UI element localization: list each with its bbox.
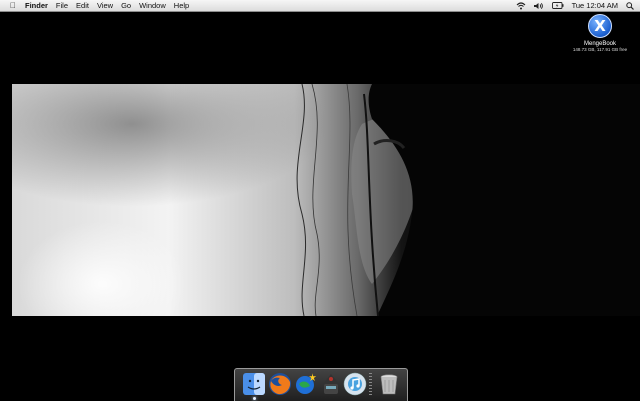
menu-view[interactable]: View xyxy=(97,0,113,11)
menu-go[interactable]: Go xyxy=(121,0,131,11)
itunes-icon[interactable] xyxy=(343,372,367,396)
volume-icon[interactable] xyxy=(533,2,544,10)
desktop-disk[interactable]: X MengeBook 148.73 GB, 117.91 GB free xyxy=(565,14,635,52)
adium-icon[interactable] xyxy=(319,372,343,396)
spotlight-search-icon[interactable] xyxy=(626,1,634,10)
mac-os-x-disk-icon[interactable]: X xyxy=(588,14,612,38)
menu-file[interactable]: File xyxy=(56,0,68,11)
battery-icon[interactable] xyxy=(551,2,564,9)
dock xyxy=(234,368,408,401)
firefox-icon[interactable] xyxy=(268,372,292,396)
menu-app-name[interactable]: Finder xyxy=(25,0,48,11)
menu-edit[interactable]: Edit xyxy=(76,0,89,11)
trash-icon[interactable] xyxy=(377,372,401,396)
menu-help[interactable]: Help xyxy=(174,0,189,11)
finder-icon[interactable] xyxy=(242,372,266,396)
dock-separator xyxy=(369,373,372,397)
desktop-wallpaper-photo xyxy=(12,84,640,316)
camino-icon[interactable] xyxy=(294,372,318,396)
apple-menu-icon[interactable]:  xyxy=(10,0,16,11)
menu-window[interactable]: Window xyxy=(139,0,166,11)
menu-clock[interactable]: Tue 12:04 AM xyxy=(572,1,618,10)
disk-info-label: 148.73 GB, 117.91 GB free xyxy=(572,47,628,52)
wifi-icon[interactable] xyxy=(516,1,526,10)
menu-bar:  Finder File Edit View Go Window Help xyxy=(0,0,640,12)
menu-extras: Tue 12:04 AM xyxy=(508,0,634,11)
